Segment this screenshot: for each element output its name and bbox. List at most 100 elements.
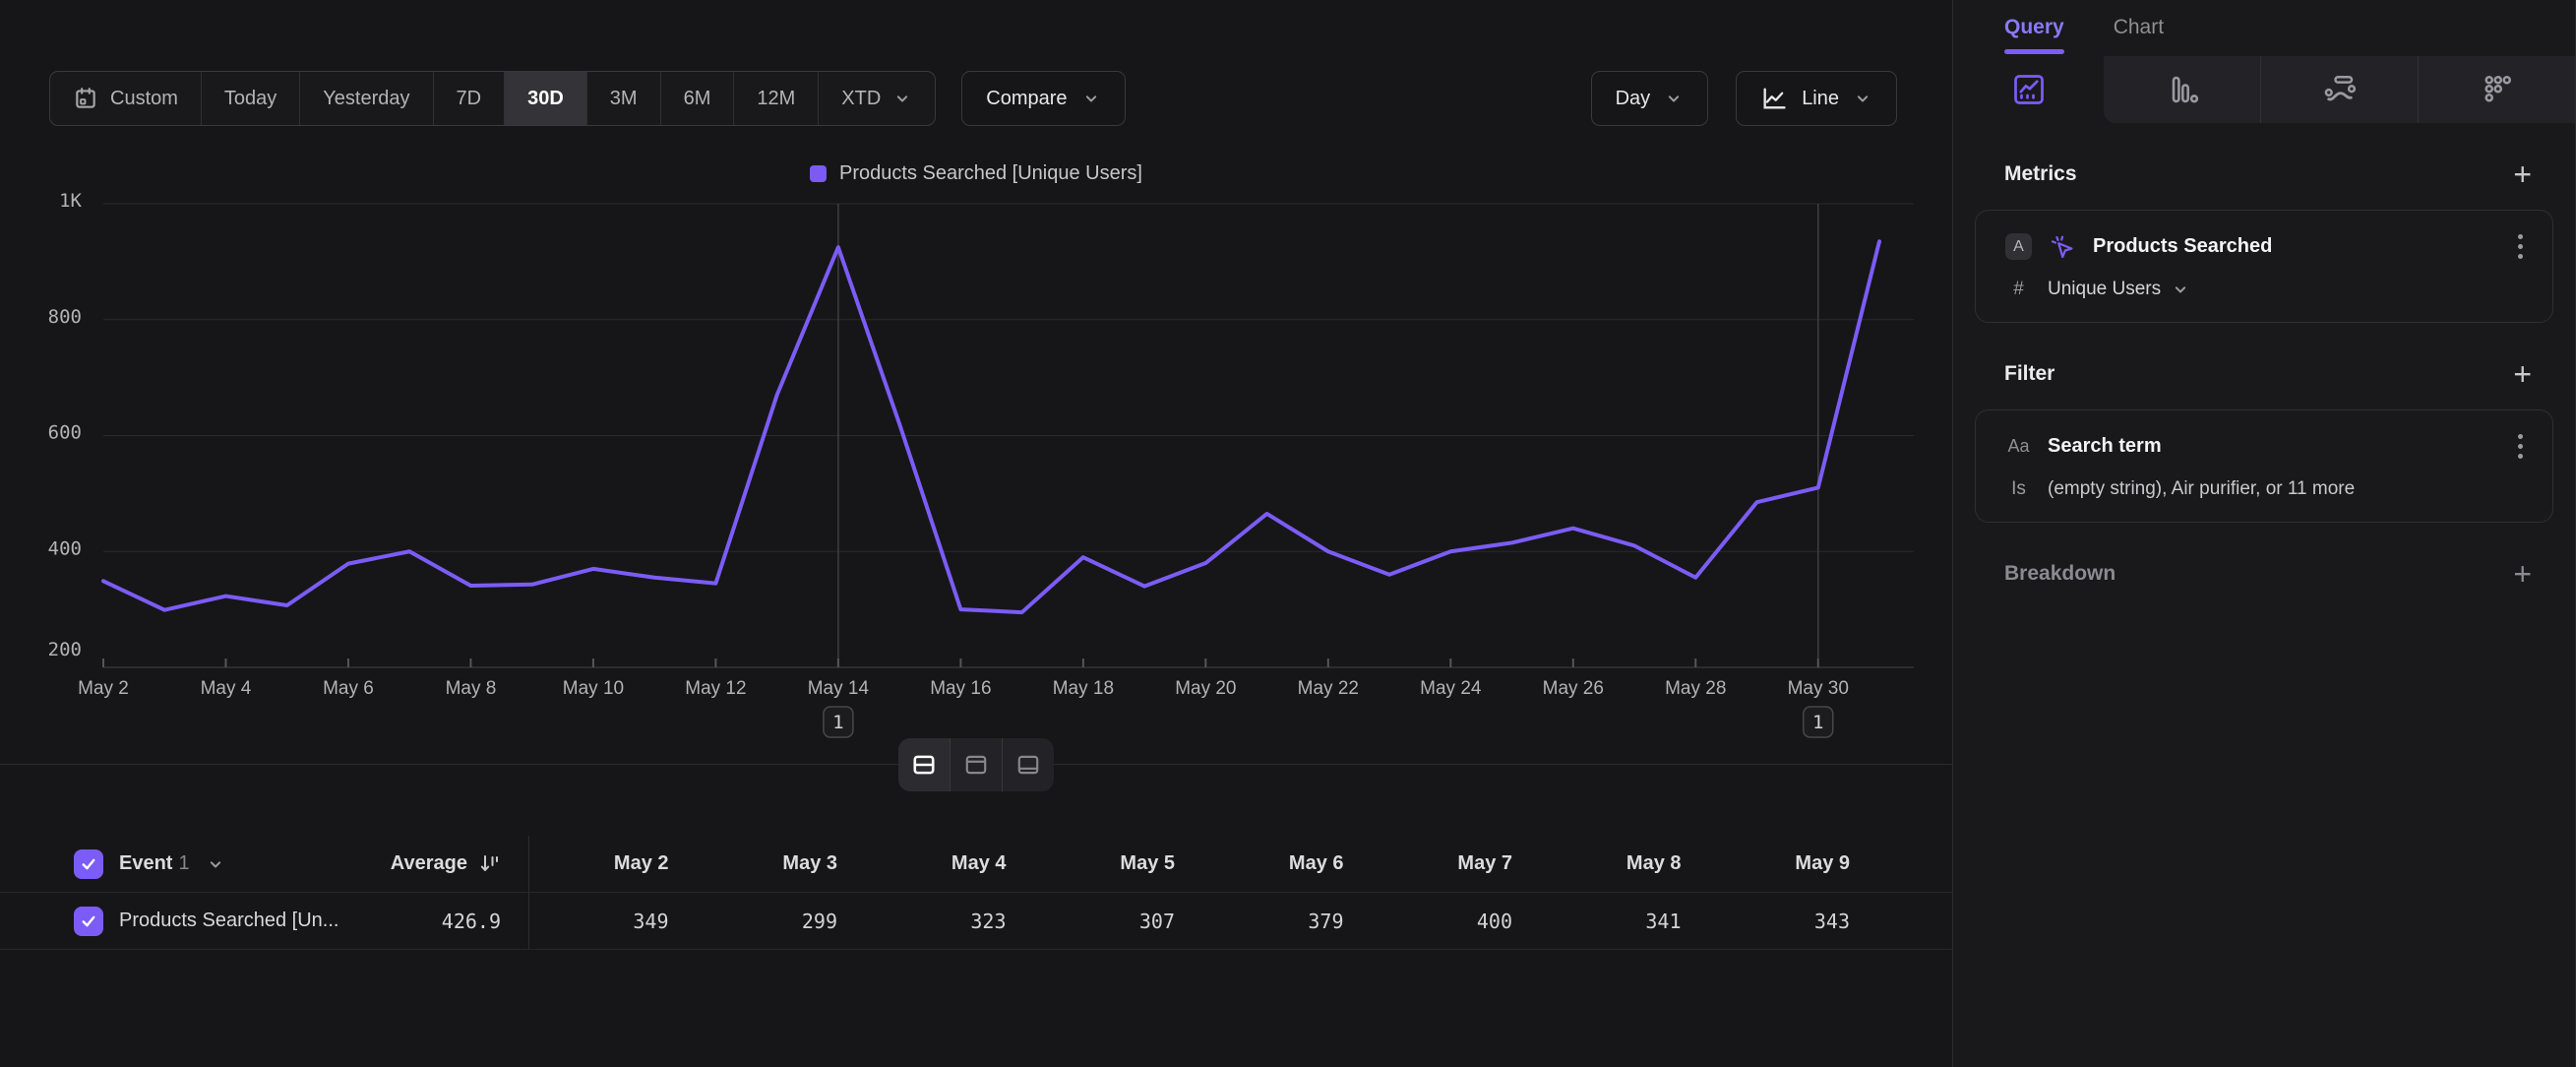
split-view-icon <box>911 752 937 778</box>
range-12m[interactable]: 12M <box>734 72 819 125</box>
column-header[interactable]: May 4 <box>867 852 1036 875</box>
value-cell: 341 <box>1542 910 1711 933</box>
compare-button[interactable]: Compare <box>961 71 1125 126</box>
x-axis-label: May 14 <box>808 678 870 699</box>
filter-card[interactable]: Aa Search term Is (empty string), Air pu… <box>1975 409 2553 523</box>
event-header-label: Event1 <box>119 852 190 875</box>
table-row: Products Searched [Un... 426.9 349299323… <box>0 893 1952 950</box>
series-line[interactable] <box>103 241 1879 612</box>
chevron-down-icon <box>2171 280 2190 299</box>
value-cell: 400 <box>1374 910 1543 933</box>
metric-options-kebab-icon[interactable] <box>2514 230 2527 263</box>
column-header[interactable]: May 6 <box>1204 852 1374 875</box>
metric-letter-badge: A <box>2005 233 2032 260</box>
layout-split-view-button[interactable] <box>898 738 951 791</box>
view-bar-chart-button[interactable] <box>2104 56 2260 123</box>
legend-series-label: Products Searched [Unique Users] <box>839 162 1142 185</box>
annotation-badge-count: 1 <box>832 712 843 733</box>
breakdown-table: Event1 Average May 2May 3May 4May 5May 6… <box>0 836 1952 950</box>
legend-swatch <box>810 165 827 182</box>
add-breakdown-button[interactable]: + <box>2513 564 2532 584</box>
range-custom[interactable]: Custom <box>50 72 202 125</box>
x-axis-label: May 2 <box>78 678 129 699</box>
add-filter-button[interactable]: + <box>2513 364 2532 384</box>
y-axis-label: 1K <box>59 190 82 212</box>
string-type-icon: Aa <box>2005 436 2032 457</box>
add-metric-button[interactable]: + <box>2513 164 2532 184</box>
chart-type-button[interactable]: Line <box>1736 71 1897 126</box>
bar-chart-icon <box>2165 72 2200 107</box>
y-axis-label: 200 <box>48 639 82 660</box>
line-chart-frame-icon <box>2011 72 2047 107</box>
x-axis-label: May 28 <box>1665 678 1726 699</box>
date-range-group: CustomTodayYesterday7D30D3M6M12MXTD <box>49 71 936 126</box>
range-6m[interactable]: 6M <box>661 72 735 125</box>
series-name-cell: Products Searched [Un... <box>0 907 335 936</box>
aggregation-selector[interactable]: Unique Users <box>2048 279 2190 300</box>
value-cell: 323 <box>867 910 1036 933</box>
series-name: Products Searched [Un... <box>119 910 338 932</box>
granularity-label: Day <box>1616 88 1651 110</box>
column-header[interactable]: May 9 <box>1711 852 1880 875</box>
column-header[interactable]: May 5 <box>1036 852 1205 875</box>
filter-options-kebab-icon[interactable] <box>2514 430 2527 463</box>
series-checkbox[interactable] <box>74 907 103 936</box>
sort-descending-icon[interactable] <box>477 852 501 876</box>
compare-label: Compare <box>986 88 1067 110</box>
x-axis-label: May 18 <box>1053 678 1114 699</box>
column-header[interactable]: May 3 <box>699 852 868 875</box>
value-cell: 379 <box>1204 910 1374 933</box>
flow-icon <box>2322 72 2358 107</box>
table-view-icon <box>963 752 989 778</box>
layout-chart-view-button[interactable] <box>1003 738 1054 791</box>
range-30d[interactable]: 30D <box>505 72 587 125</box>
layout-toggle <box>898 738 1054 791</box>
tab-chart[interactable]: Chart <box>2114 16 2164 54</box>
filter-property-name[interactable]: Search term <box>2048 435 2498 458</box>
granularity-button[interactable]: Day <box>1591 71 1709 126</box>
filter-value[interactable]: (empty string), Air purifier, or 11 more <box>2048 478 2355 500</box>
event-count: 1 <box>178 852 189 874</box>
column-header[interactable]: May 8 <box>1542 852 1711 875</box>
range-3m[interactable]: 3M <box>587 72 661 125</box>
check-icon <box>80 912 97 930</box>
range-yesterday[interactable]: Yesterday <box>300 72 433 125</box>
value-cell: 343 <box>1711 910 1880 933</box>
tab-query[interactable]: Query <box>2004 16 2064 54</box>
chart-view-icon <box>1015 752 1041 778</box>
value-cell: 349 <box>529 910 699 933</box>
line-chart[interactable]: 2004006008001KMay 2May 4May 6May 8May 10… <box>0 187 1952 758</box>
range-xtd[interactable]: XTD <box>819 72 935 125</box>
column-header[interactable]: May 2 <box>529 852 699 875</box>
average-header-cell[interactable]: Average <box>335 836 529 892</box>
range-today[interactable]: Today <box>202 72 300 125</box>
filter-operator[interactable]: Is <box>2005 478 2032 500</box>
date-range-toolbar: CustomTodayYesterday7D30D3M6M12MXTD Comp… <box>49 71 1126 126</box>
view-line-chart-button[interactable] <box>1953 56 2104 123</box>
calendar-icon <box>73 86 98 111</box>
x-axis-label: May 8 <box>446 678 497 699</box>
y-axis-label: 400 <box>48 537 82 559</box>
breakdown-section-header: Breakdown + <box>2004 562 2532 586</box>
column-header[interactable]: May 7 <box>1374 852 1543 875</box>
chart-controls: Day Line <box>1591 71 1897 126</box>
metric-event-name[interactable]: Products Searched <box>2093 235 2498 258</box>
average-value: 426.9 <box>442 910 501 933</box>
x-axis-label: May 20 <box>1175 678 1236 699</box>
metric-card[interactable]: A Products Searched # Unique Users <box>1975 210 2553 323</box>
x-axis-label: May 4 <box>201 678 252 699</box>
view-metric-button[interactable] <box>2418 56 2575 123</box>
check-icon <box>80 855 97 873</box>
range-7d[interactable]: 7D <box>434 72 506 125</box>
value-cell: 307 <box>1036 910 1205 933</box>
filter-section-header: Filter + <box>2004 362 2532 386</box>
x-axis-label: May 10 <box>563 678 624 699</box>
chevron-down-icon <box>1853 89 1872 108</box>
view-flow-button[interactable] <box>2260 56 2418 123</box>
annotation-badge-count: 1 <box>1812 712 1823 733</box>
select-all-checkbox[interactable] <box>74 849 103 879</box>
y-axis-label: 800 <box>48 306 82 328</box>
x-axis-label: May 12 <box>685 678 746 699</box>
event-header-cell[interactable]: Event1 <box>0 849 335 879</box>
layout-table-view-button[interactable] <box>951 738 1003 791</box>
